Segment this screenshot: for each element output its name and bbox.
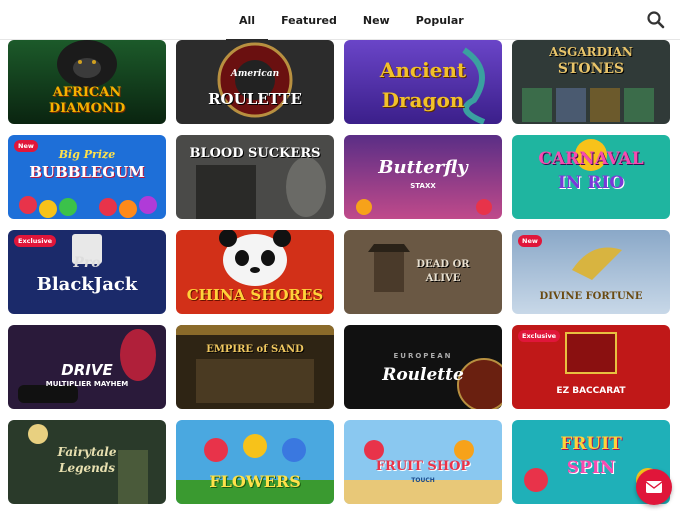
game-title: CHINA SHORES xyxy=(186,286,324,304)
game-tile-drive-multiplier-mayhem[interactable]: DRIVE MULTIPLIER MAYHEM xyxy=(8,325,166,409)
category-tabs: All Featured New Popular xyxy=(226,0,477,41)
game-title: EUROPEAN xyxy=(393,352,453,360)
tab-label: Popular xyxy=(415,13,464,27)
exclusive-badge: Exclusive xyxy=(518,330,561,342)
game-title: BLOOD SUCKERS xyxy=(189,146,321,161)
game-title: DIVINE FORTUNE xyxy=(539,291,643,302)
game-tile-fairytale-legends[interactable]: Fairytale Legends xyxy=(8,420,166,504)
game-subtitle: ALIVE xyxy=(425,273,461,284)
game-tile-american-roulette[interactable]: American ROULETTE xyxy=(176,40,334,124)
exclusive-badge: Exclusive xyxy=(14,235,57,247)
game-tile-butterfly-staxx[interactable]: Butterfly STAXX xyxy=(344,135,502,219)
game-subtitle: STAXX xyxy=(410,182,436,190)
game-subtitle: Dragon xyxy=(381,88,465,112)
game-tile-ancient-dragon[interactable]: Ancient Dragon xyxy=(344,40,502,124)
tab-featured[interactable]: Featured xyxy=(268,0,350,40)
game-title: EZ BACCARAT xyxy=(556,386,626,396)
game-title: Pro xyxy=(73,255,101,271)
game-tile-ez-baccarat[interactable]: Exclusive EZ BACCARAT xyxy=(512,325,670,409)
game-title: FRUIT SHOP xyxy=(375,459,471,474)
new-badge: New xyxy=(518,235,542,247)
game-title: Ancient xyxy=(379,58,467,82)
tab-all[interactable]: All xyxy=(226,0,269,41)
game-tile-big-prize-bubblegum[interactable]: New Big Prize BUBBLEGUM xyxy=(8,135,166,219)
game-subtitle: STONES xyxy=(557,61,625,77)
game-subtitle: DIAMOND xyxy=(48,101,126,116)
game-title: DEAD OR xyxy=(416,259,470,270)
game-subtitle: BUBBLEGUM xyxy=(29,163,145,181)
game-tile-divine-fortune[interactable]: New DIVINE FORTUNE xyxy=(512,230,670,314)
game-tile-china-shores[interactable]: CHINA SHORES xyxy=(176,230,334,314)
game-title: CARNAVAL xyxy=(538,149,644,169)
game-title: FRUIT xyxy=(560,434,622,454)
tab-label: New xyxy=(362,13,390,27)
tab-label: Featured xyxy=(281,13,337,27)
game-title: American xyxy=(230,69,280,79)
game-tile-empire-of-sand[interactable]: EMPIRE of SAND xyxy=(176,325,334,409)
game-subtitle: TOUCH xyxy=(411,477,435,484)
game-title: Butterfly xyxy=(378,157,468,178)
game-title: ASGARDIAN xyxy=(549,45,633,59)
chat-button[interactable] xyxy=(636,469,672,505)
game-subtitle: MULTIPLIER MAYHEM xyxy=(45,380,129,388)
game-title: DRIVE xyxy=(61,361,113,379)
game-subtitle: Legends xyxy=(59,461,115,475)
game-tile-european-roulette[interactable]: EUROPEAN Roulette xyxy=(344,325,502,409)
game-tile-blood-suckers[interactable]: BLOOD SUCKERS xyxy=(176,135,334,219)
new-badge: New xyxy=(14,140,38,152)
game-title: Fairytale xyxy=(57,445,117,459)
game-tile-asgardian-stones[interactable]: ASGARDIAN STONES xyxy=(512,40,670,124)
mail-icon xyxy=(645,481,663,493)
game-subtitle: Roulette xyxy=(382,365,464,385)
game-subtitle: ROULETTE xyxy=(208,90,302,108)
game-tile-african-diamond[interactable]: AFRICAN DIAMOND xyxy=(8,40,166,124)
game-tile-flowers[interactable]: FLOWERS xyxy=(176,420,334,504)
game-title: AFRICAN xyxy=(52,85,122,100)
game-tile-fruit-shop-touch[interactable]: FRUIT SHOP TOUCH xyxy=(344,420,502,504)
tab-popular[interactable]: Popular xyxy=(403,0,477,40)
game-tile-pro-blackjack[interactable]: Exclusive Pro BlackJack xyxy=(8,230,166,314)
tab-new[interactable]: New xyxy=(350,0,403,40)
game-subtitle: BlackJack xyxy=(36,274,138,295)
search-icon[interactable] xyxy=(646,10,666,30)
game-title: FLOWERS xyxy=(209,472,301,491)
game-title: EMPIRE of SAND xyxy=(206,344,304,355)
game-subtitle: IN RIO xyxy=(557,173,625,193)
game-tile-carnaval-in-rio[interactable]: CARNAVAL IN RIO xyxy=(512,135,670,219)
tab-label: All xyxy=(239,13,256,27)
top-navigation-bar: All Featured New Popular xyxy=(0,0,680,41)
game-tile-dead-or-alive[interactable]: DEAD OR ALIVE xyxy=(344,230,502,314)
